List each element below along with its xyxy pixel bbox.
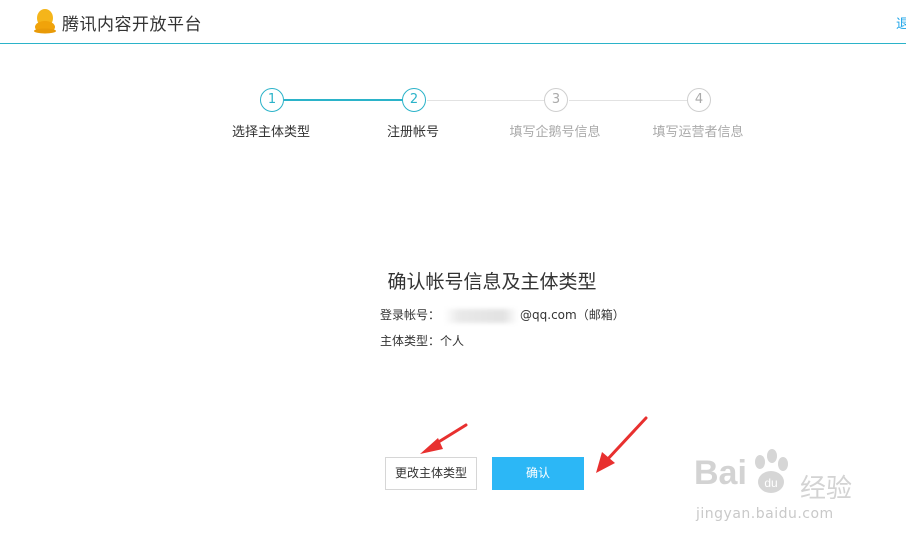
- step-1-circle: 1: [260, 88, 284, 112]
- step-3-circle: 3: [544, 88, 568, 112]
- confirm-title: 确认帐号信息及主体类型: [387, 271, 597, 293]
- entity-type-value: 个人: [440, 334, 465, 348]
- svg-text:du: du: [764, 476, 777, 490]
- account-suffix: @qq.com（邮箱）: [520, 308, 625, 322]
- change-entity-type-button[interactable]: 更改主体类型: [385, 457, 477, 490]
- watermark-url: jingyan.baidu.com: [696, 506, 834, 522]
- step-line-3-4: [569, 100, 687, 101]
- arrow-to-change-button: [420, 423, 468, 454]
- entity-type-row: 主体类型：个人: [380, 332, 464, 349]
- paw-icon: du: [755, 449, 788, 493]
- step-4-circle: 4: [687, 88, 711, 112]
- watermark-logo: Bai: [694, 454, 747, 492]
- entity-type-label: 主体类型：: [380, 334, 441, 348]
- step-2-circle: 2: [402, 88, 426, 112]
- step-2-label: 注册帐号: [386, 125, 439, 140]
- baidu-jingyan-watermark: Bai du 经验 jingyan.baidu.com: [690, 448, 870, 528]
- arrow-to-confirm-button: [596, 416, 648, 473]
- step-line-1-2: [284, 99, 403, 101]
- account-row: 登录帐号： @qq.com（邮箱）: [380, 306, 625, 323]
- step-3-label: 填写企鹅号信息: [509, 125, 601, 140]
- registration-steps: 1 2 3 4 选择主体类型 注册帐号 填写企鹅号信息 填写运营者信息: [0, 0, 906, 150]
- step-4-label: 填写运营者信息: [652, 125, 744, 140]
- confirm-button[interactable]: 确认: [492, 457, 584, 490]
- step-1-label: 选择主体类型: [231, 125, 310, 140]
- watermark-jingyan: 经验: [800, 474, 853, 504]
- account-label: 登录帐号：: [380, 308, 441, 322]
- step-line-2-3: [427, 100, 545, 101]
- blurred-account-name: [444, 308, 519, 323]
